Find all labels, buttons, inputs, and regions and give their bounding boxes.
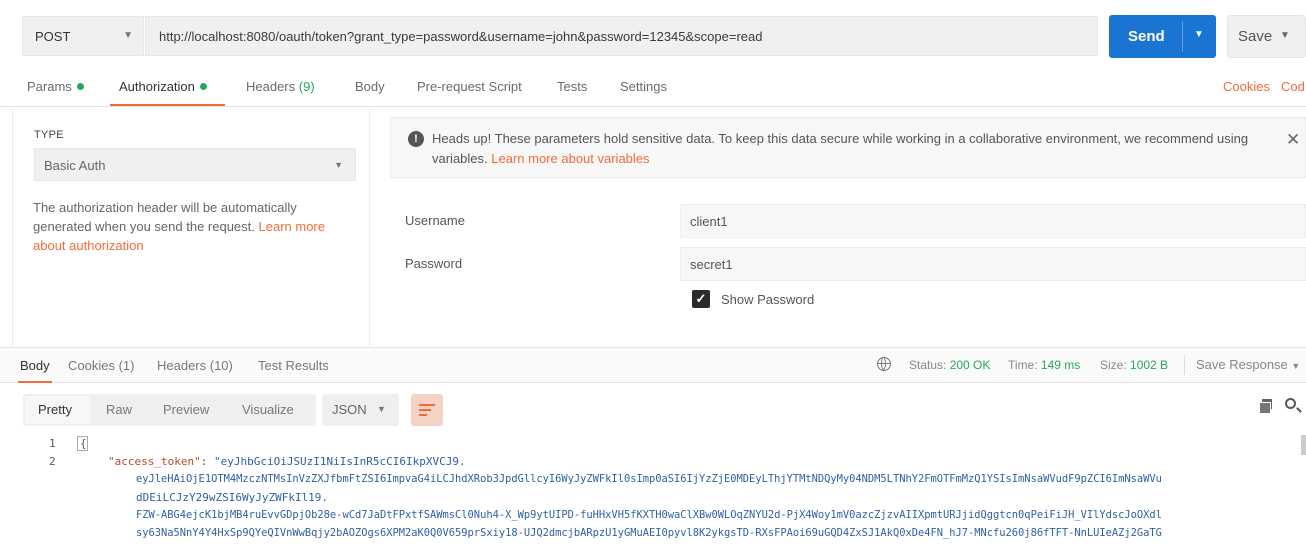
left-border bbox=[12, 108, 13, 346]
tab-params[interactable]: Params bbox=[27, 79, 84, 94]
authorization-indicator-dot bbox=[199, 83, 207, 91]
format-value: JSON bbox=[332, 402, 367, 417]
wrap-icon-line bbox=[419, 414, 427, 416]
tab-settings[interactable]: Settings bbox=[620, 79, 667, 94]
status-label: Status: bbox=[909, 358, 947, 372]
code-wrap-line: sy63Na5NnY4Y4HxSp9QYeQIVnWwBqjy2bAOZOgs6… bbox=[136, 527, 1162, 539]
editor-scrollbar[interactable] bbox=[1301, 435, 1306, 455]
time-label: Time: bbox=[1008, 358, 1038, 372]
view-raw-button[interactable]: Raw bbox=[106, 402, 132, 417]
json-value: "eyJhbGciOiJSUzI1NiIsInR5cCI6IkpXVCJ9. bbox=[213, 455, 466, 468]
password-field[interactable]: secret1 bbox=[680, 247, 1306, 281]
code-line-1: { bbox=[80, 437, 87, 450]
copy-icon[interactable] bbox=[1259, 399, 1272, 414]
password-label: Password bbox=[405, 256, 463, 271]
panel-divider bbox=[369, 108, 370, 346]
code-wrap-line: dDEiLCJzY29wZSI6WyJyZWFkIl19. bbox=[136, 491, 329, 504]
chevron-down-icon: ▼ bbox=[334, 160, 343, 170]
wrap-icon-line bbox=[419, 409, 431, 411]
view-preview-button[interactable]: Preview bbox=[163, 402, 209, 417]
request-tabs: Params Authorization Headers (9) Body Pr… bbox=[0, 70, 1306, 107]
tab-params-label: Params bbox=[27, 79, 72, 94]
tab-headers-label: Headers bbox=[246, 79, 296, 94]
save-options-chevron-icon[interactable]: ▼ bbox=[1280, 30, 1290, 41]
status-value: 200 OK bbox=[949, 358, 991, 372]
save-response-label: Save Response bbox=[1196, 357, 1288, 372]
method-value: POST bbox=[35, 28, 71, 44]
response-tabs: Body Cookies (1) Headers (10) Test Resul… bbox=[0, 347, 1306, 383]
code-wrap-line: FZW-ABG4ejcK1bjMB4ruEvvGDpjOb28e-wCd7JaD… bbox=[136, 509, 1162, 521]
response-body-editor[interactable]: 1 2 { "access_token": "eyJhbGciOiJSUzI1N… bbox=[0, 431, 1306, 545]
view-visualize-button[interactable]: Visualize bbox=[242, 402, 294, 417]
send-label: Send bbox=[1128, 28, 1165, 45]
auth-type-value: Basic Auth bbox=[44, 158, 106, 173]
time-value: 149 ms bbox=[1040, 358, 1081, 372]
headers-count: (9) bbox=[298, 79, 315, 94]
wrap-icon-line bbox=[419, 404, 435, 406]
chevron-down-icon: ▼ bbox=[1291, 361, 1301, 371]
info-icon: ! bbox=[408, 131, 424, 147]
warning-text: Heads up! These parameters hold sensitiv… bbox=[432, 129, 1267, 169]
tab-pre-request-script[interactable]: Pre-request Script bbox=[417, 79, 522, 94]
response-tab-headers[interactable]: Headers (10) bbox=[157, 358, 233, 373]
chevron-down-icon: ▼ bbox=[123, 30, 133, 41]
learn-more-variables-link[interactable]: Learn more about variables bbox=[491, 151, 649, 166]
save-response-button[interactable]: Save Response ▼ bbox=[1196, 357, 1300, 372]
close-icon[interactable]: ✕ bbox=[1286, 130, 1300, 150]
format-select[interactable]: JSON ▼ bbox=[322, 394, 399, 426]
save-button[interactable]: Save ▼ bbox=[1227, 15, 1306, 58]
show-password-checkbox[interactable]: ✓ bbox=[692, 290, 710, 308]
wrap-lines-button[interactable] bbox=[411, 394, 443, 426]
view-pretty-button[interactable]: Pretty bbox=[38, 402, 72, 417]
auth-type-select[interactable]: Basic Auth ▼ bbox=[34, 148, 356, 181]
auth-description: The authorization header will be automat… bbox=[33, 198, 353, 255]
code-line-2: "access_token": "eyJhbGciOiJSUzI1NiIsInR… bbox=[108, 455, 466, 468]
code-wrap-line: eyJleHAiOjE1OTM4MzczNTMsInVzZXJfbmFtZSI6… bbox=[136, 473, 1162, 485]
json-key: "access_token" bbox=[108, 455, 201, 468]
auth-description-text: The authorization header will be automat… bbox=[33, 200, 297, 234]
status-divider bbox=[1184, 355, 1185, 375]
status-readout: Status: 200 OK bbox=[909, 358, 990, 372]
request-bar: POST ▼ http://localhost:8080/oauth/token… bbox=[0, 0, 1306, 70]
cookies-link[interactable]: Cookies bbox=[1223, 79, 1270, 94]
send-divider bbox=[1182, 21, 1183, 52]
tab-authorization-label: Authorization bbox=[119, 79, 195, 94]
search-icon[interactable] bbox=[1285, 398, 1296, 409]
view-mode-group: Pretty Raw Preview Visualize bbox=[23, 394, 316, 426]
line-number: 1 bbox=[49, 437, 56, 450]
username-value: client1 bbox=[690, 214, 728, 229]
show-password-label[interactable]: Show Password bbox=[721, 292, 814, 307]
password-value: secret1 bbox=[690, 257, 733, 272]
type-label: TYPE bbox=[34, 129, 64, 141]
send-button[interactable]: Send ▼ bbox=[1109, 15, 1216, 58]
save-label: Save bbox=[1238, 28, 1273, 45]
size-label: Size: bbox=[1100, 358, 1127, 372]
url-input[interactable]: http://localhost:8080/oauth/token?grant_… bbox=[145, 16, 1098, 56]
tab-headers[interactable]: Headers (9) bbox=[246, 79, 315, 94]
size-value: 1002 B bbox=[1130, 358, 1169, 372]
line-number: 2 bbox=[49, 455, 56, 468]
auth-type-panel: TYPE Basic Auth ▼ The authorization head… bbox=[22, 108, 367, 348]
response-tab-test-results[interactable]: Test Results bbox=[258, 358, 329, 373]
code-link[interactable]: Cod bbox=[1281, 79, 1305, 94]
method-select[interactable]: POST ▼ bbox=[22, 16, 144, 56]
size-readout: Size: 1002 B bbox=[1100, 358, 1168, 372]
url-value: http://localhost:8080/oauth/token?grant_… bbox=[159, 28, 763, 44]
globe-icon[interactable] bbox=[877, 357, 891, 371]
json-colon: : bbox=[200, 455, 214, 468]
tab-authorization[interactable]: Authorization bbox=[119, 79, 207, 94]
chevron-down-icon: ▼ bbox=[377, 404, 386, 414]
username-field[interactable]: client1 bbox=[680, 204, 1306, 238]
time-readout: Time: 149 ms bbox=[1008, 358, 1080, 372]
tab-body[interactable]: Body bbox=[355, 79, 385, 94]
send-options-chevron-icon[interactable]: ▼ bbox=[1194, 29, 1204, 40]
username-label: Username bbox=[405, 213, 465, 228]
sensitive-data-warning: ! Heads up! These parameters hold sensit… bbox=[390, 117, 1306, 178]
response-tab-cookies[interactable]: Cookies (1) bbox=[68, 358, 134, 373]
params-indicator-dot bbox=[76, 83, 84, 91]
active-tab-underline bbox=[110, 104, 225, 106]
response-tab-body[interactable]: Body bbox=[20, 358, 50, 373]
response-toolbar: Pretty Raw Preview Visualize JSON ▼ bbox=[0, 383, 1306, 431]
tab-tests[interactable]: Tests bbox=[557, 79, 587, 94]
